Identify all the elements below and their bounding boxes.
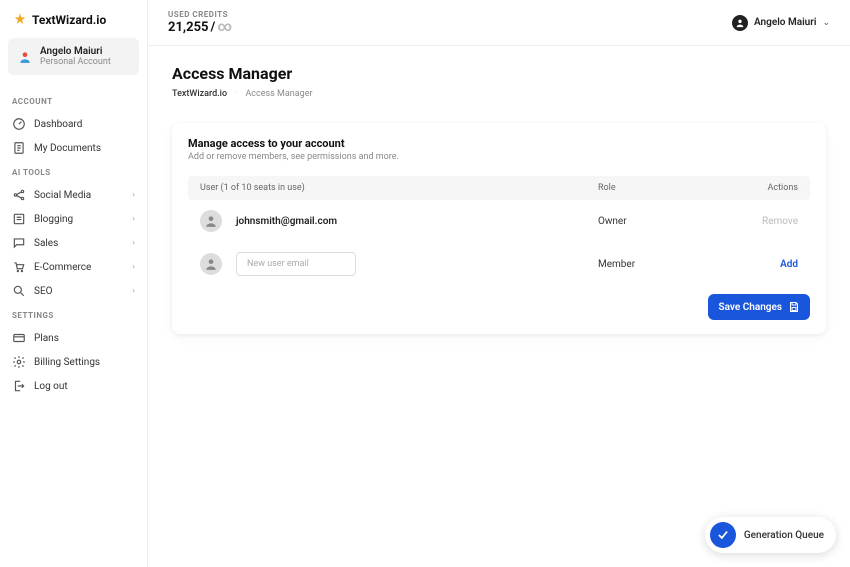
logout-icon bbox=[12, 379, 26, 393]
table-header: User (1 of 10 seats in use) Role Actions bbox=[188, 176, 810, 200]
chevron-right-icon: › bbox=[132, 238, 135, 248]
col-role: Role bbox=[598, 183, 718, 193]
gauge-icon bbox=[12, 117, 26, 131]
chevron-right-icon: › bbox=[132, 286, 135, 296]
topbar: USED CREDITS 21,255/∞ Angelo Maiuri ⌄ bbox=[148, 0, 850, 46]
profile-name: Angelo Maiuri bbox=[40, 46, 111, 57]
card-subtitle: Add or remove members, see permissions a… bbox=[188, 152, 810, 162]
access-card: Manage access to your account Add or rem… bbox=[172, 123, 826, 334]
wizard-icon bbox=[12, 12, 28, 28]
remove-button[interactable]: Remove bbox=[718, 216, 798, 227]
chevron-right-icon: › bbox=[132, 190, 135, 200]
infinity-icon: ∞ bbox=[217, 19, 232, 35]
row-role: Owner bbox=[598, 216, 718, 227]
save-changes-button[interactable]: Save Changes bbox=[708, 294, 810, 320]
breadcrumb-root[interactable]: TextWizard.io bbox=[172, 89, 227, 99]
nav-label: SEO bbox=[34, 286, 53, 297]
profile-subtitle: Personal Account bbox=[40, 57, 111, 67]
table-row-new: Member Add bbox=[188, 242, 810, 286]
chevron-down-icon: ⌄ bbox=[822, 18, 830, 28]
sidebar-item-sales[interactable]: Sales › bbox=[8, 231, 139, 255]
user-name: Angelo Maiuri bbox=[754, 17, 816, 28]
add-button[interactable]: Add bbox=[718, 259, 798, 270]
sidebar-item-billing[interactable]: Billing Settings bbox=[8, 350, 139, 374]
nav-label: Dashboard bbox=[34, 119, 82, 130]
nav-label: E-Commerce bbox=[34, 262, 91, 273]
sidebar-item-documents[interactable]: My Documents bbox=[8, 136, 139, 160]
profile-avatar-icon bbox=[18, 50, 32, 64]
breadcrumb: TextWizard.io · Access Manager bbox=[172, 89, 826, 99]
cart-icon bbox=[12, 260, 26, 274]
save-label: Save Changes bbox=[718, 302, 782, 313]
section-settings-label: SETTINGS bbox=[8, 303, 139, 326]
table-row: johnsmith@gmail.com Owner Remove bbox=[188, 200, 810, 242]
nav-label: My Documents bbox=[34, 143, 101, 154]
chevron-right-icon: › bbox=[132, 214, 135, 224]
nav-label: Log out bbox=[34, 381, 68, 392]
sidebar-item-seo[interactable]: SEO › bbox=[8, 279, 139, 303]
sidebar: TextWizard.io Angelo Maiuri Personal Acc… bbox=[0, 0, 148, 567]
save-icon bbox=[788, 301, 800, 313]
sidebar-item-logout[interactable]: Log out bbox=[8, 374, 139, 398]
check-icon bbox=[710, 522, 736, 548]
profile-card[interactable]: Angelo Maiuri Personal Account bbox=[8, 38, 139, 75]
nav-label: Sales bbox=[34, 238, 58, 249]
col-user: User (1 of 10 seats in use) bbox=[200, 183, 598, 193]
user-avatar-icon bbox=[200, 210, 222, 232]
card-title: Manage access to your account bbox=[188, 137, 810, 150]
credits-label: USED CREDITS bbox=[168, 10, 232, 19]
chat-icon bbox=[12, 236, 26, 250]
queue-label: Generation Queue bbox=[744, 530, 824, 541]
brand-logo[interactable]: TextWizard.io bbox=[8, 10, 139, 38]
new-user-email-input[interactable] bbox=[236, 252, 356, 276]
breadcrumb-current: Access Manager bbox=[245, 89, 312, 99]
user-avatar-icon bbox=[200, 253, 222, 275]
slash: / bbox=[211, 20, 216, 35]
sidebar-item-social[interactable]: Social Media › bbox=[8, 183, 139, 207]
nav-label: Plans bbox=[34, 333, 59, 344]
content: Access Manager TextWizard.io · Access Ma… bbox=[148, 46, 850, 352]
document-icon bbox=[12, 141, 26, 155]
page-title: Access Manager bbox=[172, 64, 826, 83]
section-aitools-label: AI TOOLS bbox=[8, 160, 139, 183]
row-email: johnsmith@gmail.com bbox=[236, 216, 598, 227]
sidebar-item-blogging[interactable]: Blogging › bbox=[8, 207, 139, 231]
gear-icon bbox=[12, 355, 26, 369]
card-icon bbox=[12, 331, 26, 345]
nav-label: Billing Settings bbox=[34, 357, 100, 368]
sidebar-item-dashboard[interactable]: Dashboard bbox=[8, 112, 139, 136]
user-avatar-icon bbox=[732, 15, 748, 31]
sidebar-item-plans[interactable]: Plans bbox=[8, 326, 139, 350]
section-account-label: ACCOUNT bbox=[8, 89, 139, 112]
nav-label: Social Media bbox=[34, 190, 91, 201]
sidebar-item-ecommerce[interactable]: E-Commerce › bbox=[8, 255, 139, 279]
main-area: USED CREDITS 21,255/∞ Angelo Maiuri ⌄ Ac… bbox=[148, 0, 850, 567]
user-menu[interactable]: Angelo Maiuri ⌄ bbox=[732, 15, 830, 31]
generation-queue-fab[interactable]: Generation Queue bbox=[705, 517, 836, 553]
nav-label: Blogging bbox=[34, 214, 73, 225]
row-role: Member bbox=[598, 259, 718, 270]
breadcrumb-sep: · bbox=[235, 89, 237, 99]
article-icon bbox=[12, 212, 26, 226]
brand-name: TextWizard.io bbox=[32, 13, 106, 27]
credits-value: 21,255/∞ bbox=[168, 19, 232, 35]
search-icon bbox=[12, 284, 26, 298]
share-icon bbox=[12, 188, 26, 202]
chevron-right-icon: › bbox=[132, 262, 135, 272]
col-actions: Actions bbox=[718, 183, 798, 193]
